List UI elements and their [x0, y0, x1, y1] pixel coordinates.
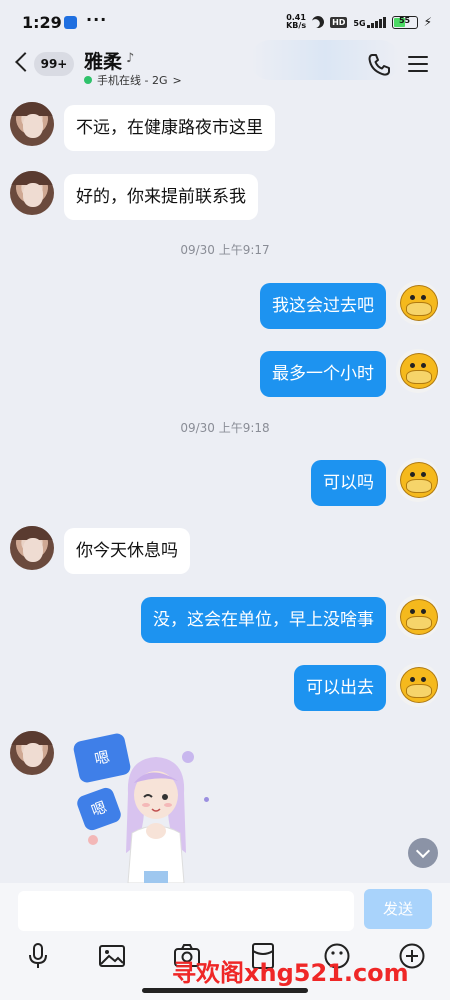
- my-avatar[interactable]: [396, 595, 440, 639]
- input-bar: 发送 寻欢阁xhg521.com: [0, 883, 450, 1000]
- battery-level: 55: [398, 15, 411, 25]
- microphone-icon[interactable]: [23, 941, 53, 971]
- hd-badge: HD: [330, 16, 348, 28]
- online-dot-icon: [84, 76, 92, 84]
- chevron-right-icon: >: [172, 73, 182, 87]
- image-icon[interactable]: [97, 941, 127, 971]
- charging-icon: ⚡: [423, 15, 432, 29]
- message-timestamp: 09/30 上午9:17: [180, 243, 270, 257]
- my-avatar[interactable]: [396, 349, 440, 393]
- status-bar: 1:29 ··· 0.41 KB/s HD 5G 55 ⚡: [0, 0, 450, 46]
- sticker-message[interactable]: 嗯 嗯: [72, 732, 232, 883]
- more-notifications-icon: ···: [86, 10, 108, 29]
- contact-avatar[interactable]: [10, 102, 54, 146]
- send-button[interactable]: 发送: [364, 889, 432, 929]
- contact-avatar[interactable]: [10, 171, 54, 215]
- signal-icon: [366, 16, 386, 28]
- my-avatar[interactable]: [396, 458, 440, 502]
- contact-avatar[interactable]: [10, 731, 54, 775]
- my-avatar[interactable]: [396, 663, 440, 707]
- network-speed-unit: KB/s: [286, 21, 307, 30]
- message-timestamp: 09/30 上午9:18: [180, 421, 270, 435]
- contact-avatar[interactable]: [10, 526, 54, 570]
- message-bubble-incoming[interactable]: 你今天休息吗: [64, 528, 190, 574]
- phone-call-icon[interactable]: [366, 52, 392, 78]
- watermark: 寻欢阁xhg521.com: [172, 959, 409, 987]
- message-bubble-incoming[interactable]: 不远，在健康路夜市这里: [64, 105, 275, 151]
- chat-header: 99+ 雅柔 ♪ 手机在线 - 2G >: [0, 40, 450, 90]
- menu-icon[interactable]: [408, 56, 428, 74]
- battery-icon: 55: [391, 15, 418, 29]
- unread-count-badge[interactable]: 99+: [34, 52, 74, 76]
- cartoon-girl-sticker-icon: [126, 757, 186, 883]
- online-status: 手机在线 - 2G >: [84, 72, 182, 88]
- home-indicator[interactable]: [142, 988, 308, 993]
- sticker-bubble: 嗯: [74, 785, 124, 833]
- back-icon[interactable]: [15, 52, 35, 72]
- online-status-text: 手机在线 - 2G: [97, 74, 168, 87]
- message-bubble-outgoing[interactable]: 我这会过去吧: [260, 283, 386, 329]
- message-bubble-outgoing[interactable]: 可以吗: [311, 460, 386, 506]
- message-bubble-outgoing[interactable]: 没，这会在单位，早上没啥事: [141, 597, 386, 643]
- scroll-to-bottom-button[interactable]: [408, 838, 438, 868]
- sticker-decoration: [204, 797, 209, 802]
- sticker-decoration: [88, 835, 98, 845]
- status-time: 1:29: [22, 13, 62, 32]
- network-speed: 0.41 KB/s: [286, 14, 306, 30]
- message-bubble-incoming[interactable]: 好的，你来提前联系我: [64, 174, 258, 220]
- message-bubble-outgoing[interactable]: 可以出去: [294, 665, 386, 711]
- app-notification-icon: [64, 16, 77, 29]
- message-input[interactable]: [18, 891, 354, 931]
- earpiece-mode-icon: ♪: [126, 51, 135, 66]
- my-avatar[interactable]: [396, 281, 440, 325]
- contact-name[interactable]: 雅柔: [84, 47, 122, 74]
- message-bubble-outgoing[interactable]: 最多一个小时: [260, 351, 386, 397]
- signal-type: 5G: [353, 18, 366, 28]
- do-not-disturb-icon: [310, 14, 326, 30]
